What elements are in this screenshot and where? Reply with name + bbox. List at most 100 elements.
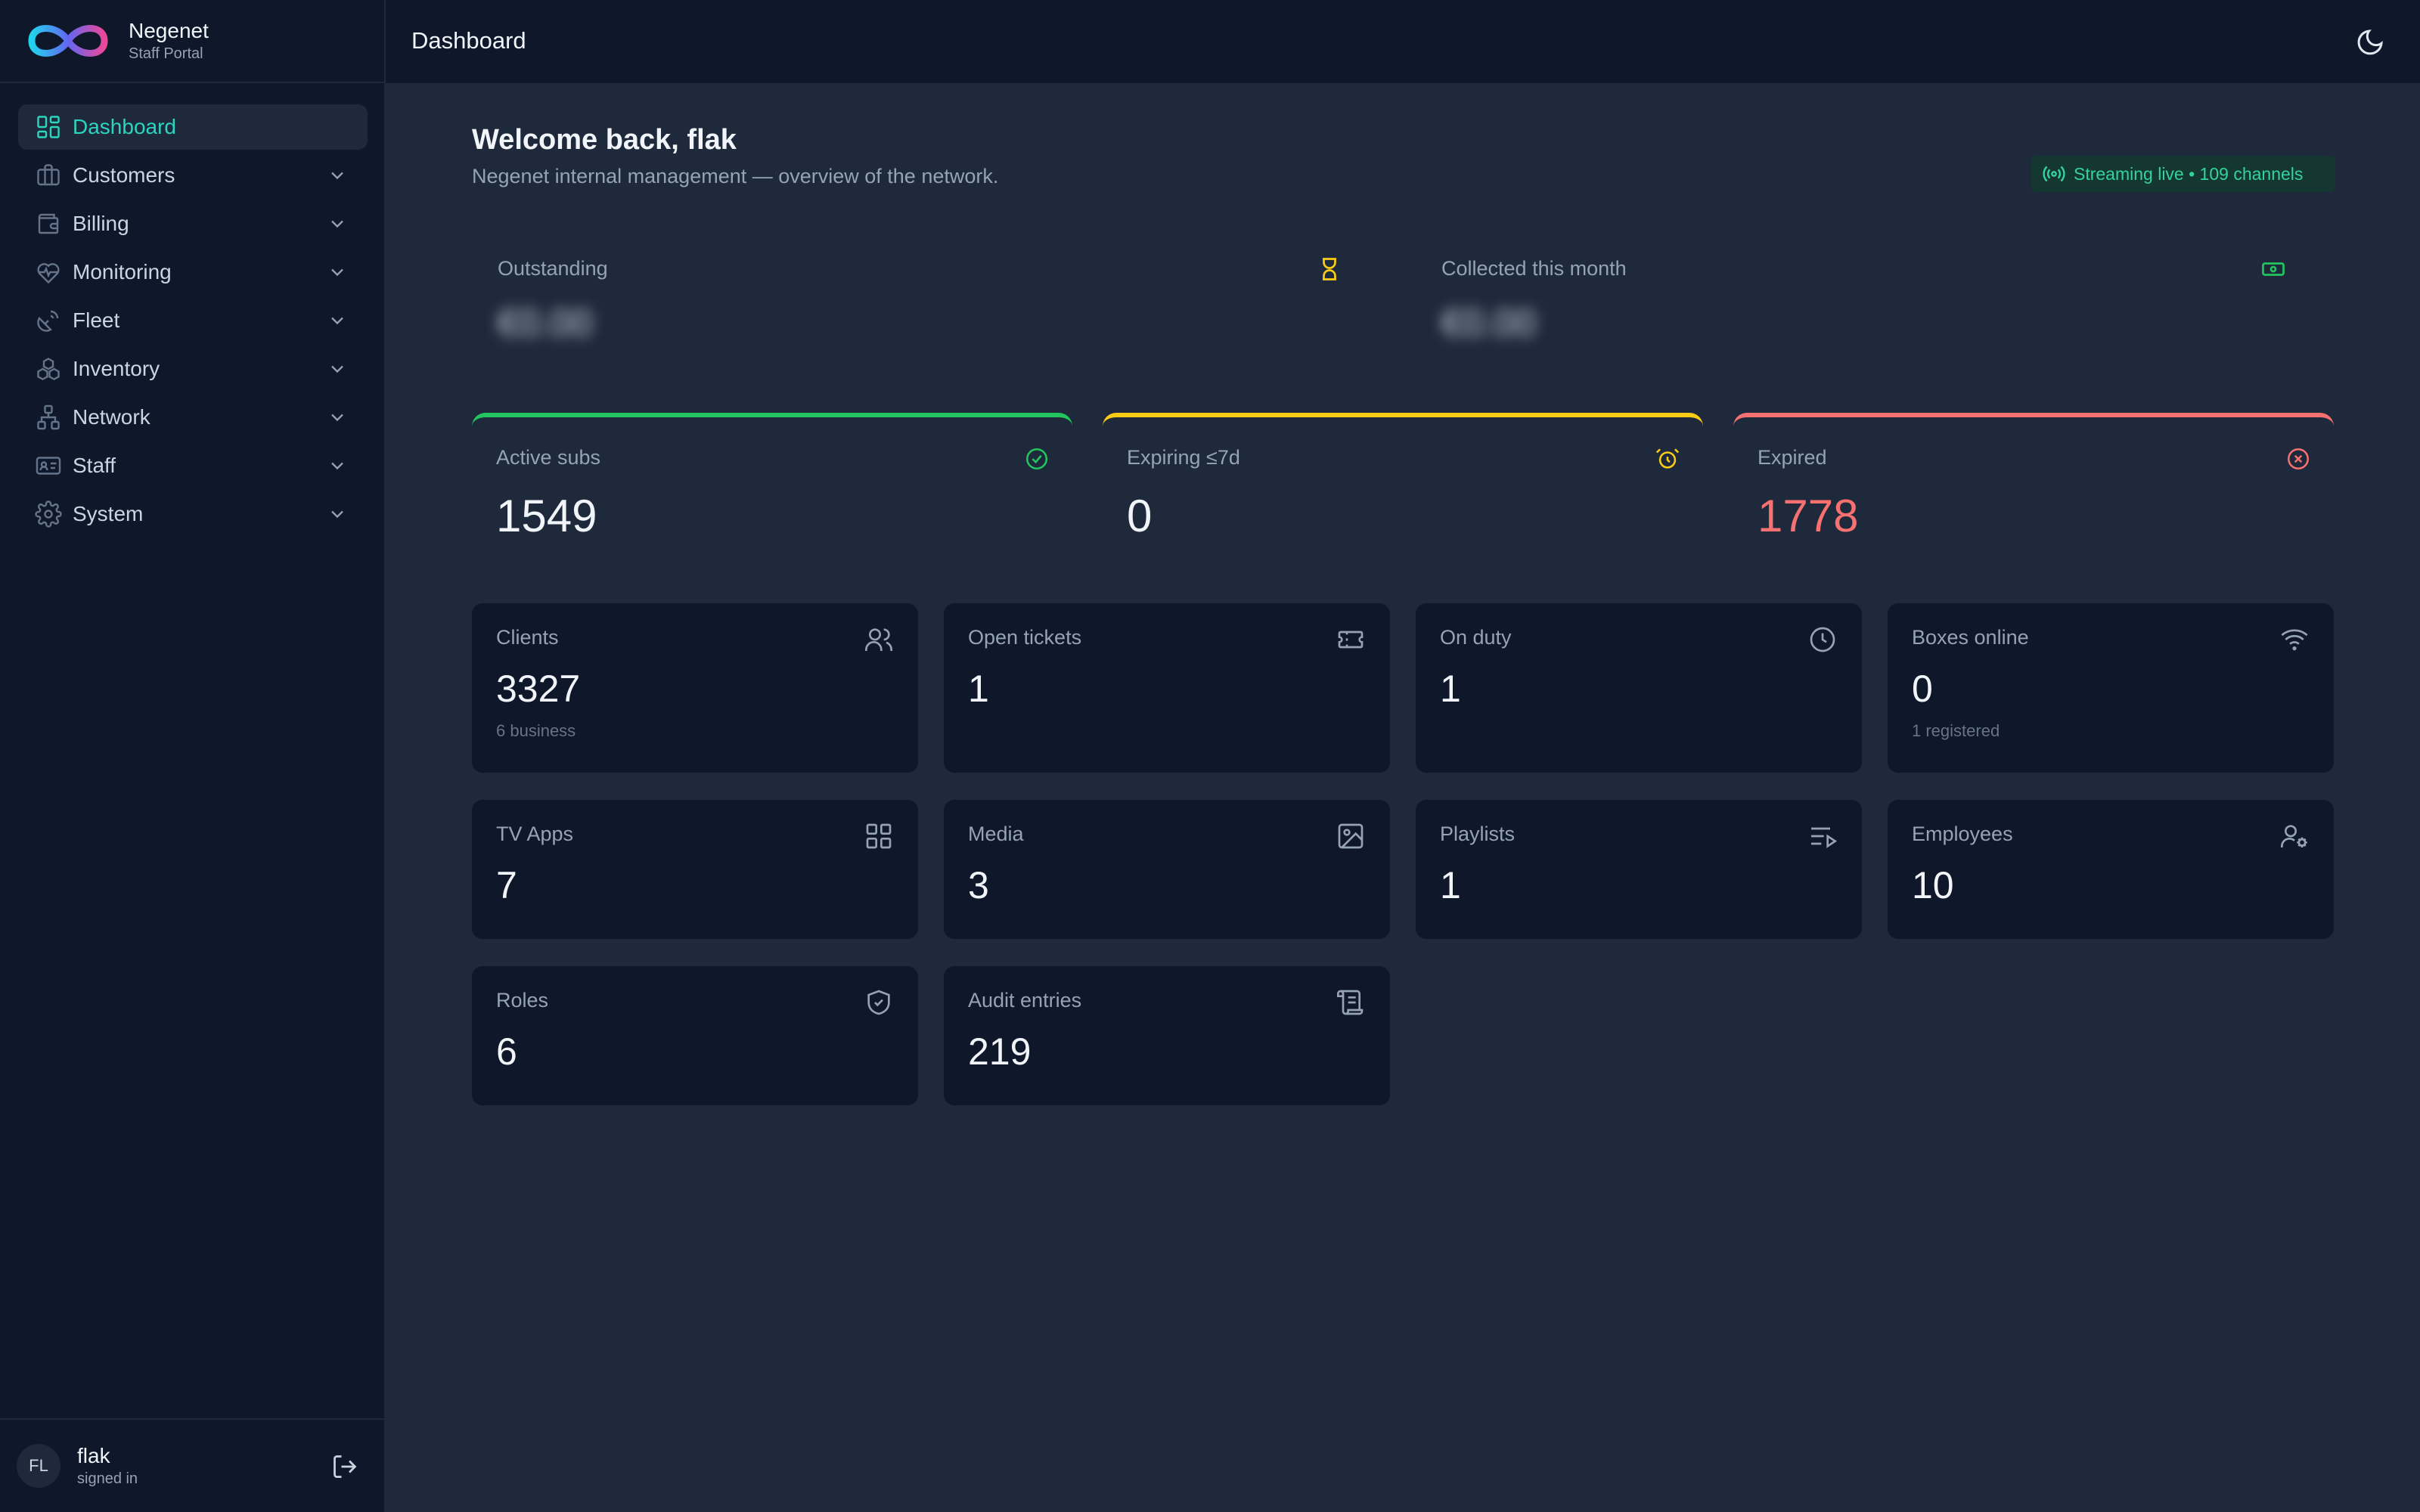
gear-icon bbox=[35, 500, 62, 528]
boxes-online-label: Boxes online bbox=[1912, 626, 2029, 649]
wifi-icon bbox=[2279, 624, 2310, 655]
sidebar-item-customers[interactable]: Customers bbox=[18, 153, 368, 198]
media-value: 3 bbox=[968, 864, 989, 906]
on-duty-label: On duty bbox=[1440, 626, 1512, 649]
sidebar-item-monitoring[interactable]: Monitoring bbox=[18, 249, 368, 295]
chevron-down-icon[interactable] bbox=[327, 358, 348, 380]
sidebar-item-billing[interactable]: Billing bbox=[18, 201, 368, 246]
user-name: flak bbox=[77, 1444, 110, 1467]
broadcast-icon bbox=[2043, 166, 2065, 182]
sidebar-nav: Dashboard Customers Billing Monitoring F… bbox=[18, 104, 368, 540]
x-circle-icon bbox=[2285, 446, 2311, 472]
sidebar-item-network[interactable]: Network bbox=[18, 395, 368, 440]
playlists-value: 1 bbox=[1440, 864, 1461, 906]
collected-label: Collected this month bbox=[1441, 257, 1627, 280]
chevron-down-icon[interactable] bbox=[327, 213, 348, 234]
alarm-clock-icon bbox=[1655, 446, 1680, 472]
image-icon bbox=[1336, 821, 1366, 851]
tv-apps-value: 7 bbox=[496, 864, 517, 906]
top-bar: Dashboard bbox=[386, 0, 2420, 83]
sidebar-item-fleet[interactable]: Fleet bbox=[18, 298, 368, 343]
tv-apps-card[interactable]: TV Apps 7 bbox=[472, 800, 918, 939]
list-video-icon bbox=[1807, 821, 1838, 851]
banknote-icon bbox=[2260, 256, 2287, 283]
sidebar-item-label: Billing bbox=[73, 212, 129, 235]
on-duty-card[interactable]: On duty 1 bbox=[1416, 603, 1862, 773]
open-tickets-value: 1 bbox=[968, 668, 989, 710]
streaming-live-badge: Streaming live • 109 channels bbox=[2031, 156, 2335, 192]
chevron-down-icon[interactable] bbox=[327, 262, 348, 283]
sidebar-item-label: Inventory bbox=[73, 357, 160, 380]
boxes-online-value: 0 bbox=[1912, 668, 1933, 710]
avatar[interactable]: FL bbox=[17, 1444, 60, 1488]
clock-icon bbox=[1807, 624, 1838, 655]
clients-subtext: 6 business bbox=[496, 721, 576, 740]
check-circle-icon bbox=[1024, 446, 1050, 472]
sidebar-item-label: Monitoring bbox=[73, 260, 172, 284]
logout-icon[interactable] bbox=[331, 1453, 358, 1480]
outstanding-label: Outstanding bbox=[498, 257, 608, 280]
briefcase-icon bbox=[35, 162, 62, 189]
streaming-live-text: Streaming live • 109 channels bbox=[2074, 163, 2304, 184]
sidebar-item-label: Fleet bbox=[73, 308, 120, 332]
expiring-value: 0 bbox=[1127, 491, 1153, 541]
sidebar-item-staff[interactable]: Staff bbox=[18, 443, 368, 488]
dashboard-icon bbox=[35, 113, 62, 141]
theme-toggle-moon-icon[interactable] bbox=[2355, 27, 2385, 57]
infinity-logo bbox=[24, 18, 112, 64]
outstanding-value: €0.00 bbox=[498, 302, 593, 344]
roles-value: 6 bbox=[496, 1030, 517, 1073]
expiring-label: Expiring ≤7d bbox=[1127, 446, 1240, 469]
sidebar-item-dashboard[interactable]: Dashboard bbox=[18, 104, 368, 150]
media-card[interactable]: Media 3 bbox=[944, 800, 1390, 939]
chevron-down-icon[interactable] bbox=[327, 165, 348, 186]
audit-entries-label: Audit entries bbox=[968, 989, 1082, 1012]
sidebar-item-system[interactable]: System bbox=[18, 491, 368, 537]
satellite-dish-icon bbox=[35, 307, 62, 334]
expired-value: 1778 bbox=[1758, 491, 1859, 541]
audit-entries-card[interactable]: Audit entries 219 bbox=[944, 966, 1390, 1105]
chevron-down-icon[interactable] bbox=[327, 310, 348, 331]
expired-label: Expired bbox=[1758, 446, 1827, 469]
page-title: Dashboard bbox=[411, 27, 526, 54]
chevron-down-icon[interactable] bbox=[327, 455, 348, 476]
chevron-down-icon[interactable] bbox=[327, 407, 348, 428]
active-subs-card[interactable]: Active subs 1549 bbox=[472, 413, 1072, 546]
clients-value: 3327 bbox=[496, 668, 581, 710]
welcome-title: Welcome back, flak bbox=[472, 124, 737, 156]
chevron-down-icon[interactable] bbox=[327, 503, 348, 525]
roles-card[interactable]: Roles 6 bbox=[472, 966, 918, 1105]
wallet-icon bbox=[35, 210, 62, 237]
ticket-icon bbox=[1336, 624, 1366, 655]
employees-card[interactable]: Employees 10 bbox=[1888, 800, 2334, 939]
employees-label: Employees bbox=[1912, 823, 2013, 845]
brand[interactable]: Negenet Staff Portal bbox=[0, 0, 384, 83]
brand-name: Negenet bbox=[129, 19, 209, 42]
active-subs-label: Active subs bbox=[496, 446, 601, 469]
audit-entries-value: 219 bbox=[968, 1030, 1032, 1073]
sidebar-item-inventory[interactable]: Inventory bbox=[18, 346, 368, 392]
clients-card[interactable]: Clients 3327 6 business bbox=[472, 603, 918, 773]
outstanding-card: Outstanding €0.00 bbox=[472, 239, 1369, 367]
welcome-subtitle: Negenet internal management — overview o… bbox=[472, 165, 999, 187]
shield-check-icon bbox=[864, 987, 894, 1018]
collected-value: €0.00 bbox=[1441, 302, 1537, 344]
expiring-card[interactable]: Expiring ≤7d 0 bbox=[1103, 413, 1703, 546]
user-status: signed in bbox=[77, 1470, 138, 1487]
open-tickets-card[interactable]: Open tickets 1 bbox=[944, 603, 1390, 773]
boxes-icon bbox=[35, 355, 62, 383]
sidebar-item-label: Staff bbox=[73, 454, 116, 477]
on-duty-value: 1 bbox=[1440, 668, 1461, 710]
network-icon bbox=[35, 404, 62, 431]
sidebar-item-label: Network bbox=[73, 405, 150, 429]
scroll-icon bbox=[1336, 987, 1366, 1018]
heart-pulse-icon bbox=[35, 259, 62, 286]
sidebar-item-label: Dashboard bbox=[73, 115, 176, 138]
playlists-card[interactable]: Playlists 1 bbox=[1416, 800, 1862, 939]
collected-card: Collected this month €0.00 bbox=[1416, 239, 2313, 367]
sidebar-item-label: System bbox=[73, 502, 144, 525]
playlists-label: Playlists bbox=[1440, 823, 1516, 845]
boxes-online-card[interactable]: Boxes online 0 1 registered bbox=[1888, 603, 2334, 773]
expired-card[interactable]: Expired 1778 bbox=[1733, 413, 2334, 546]
active-subs-value: 1549 bbox=[496, 491, 597, 541]
